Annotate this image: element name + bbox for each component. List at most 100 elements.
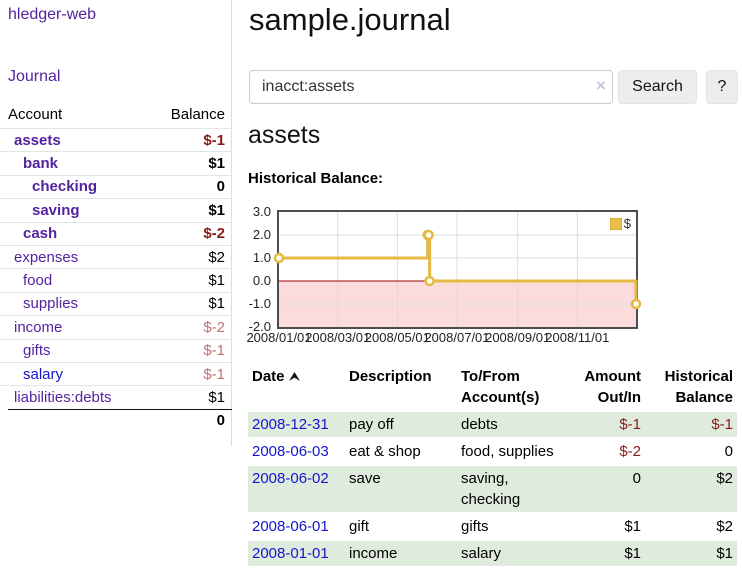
cell-amount: $-1 xyxy=(565,412,645,437)
sidebar-account-balance: $-1 xyxy=(203,132,225,149)
sidebar-account-link[interactable]: liabilities:debts xyxy=(0,389,112,406)
cell-amount: $1 xyxy=(565,541,645,566)
cell-accounts: salary xyxy=(457,541,565,566)
sidebar-account-balance: $-1 xyxy=(203,366,225,383)
search-button[interactable]: Search xyxy=(618,70,697,104)
cell-balance: 0 xyxy=(645,439,737,464)
sidebar-item-journal[interactable]: Journal xyxy=(8,68,60,86)
sidebar-account-balance: $1 xyxy=(208,295,225,312)
data-point xyxy=(426,277,434,285)
sidebar-account-balance: $1 xyxy=(208,202,225,219)
column-header-balance: Historical Balance xyxy=(645,364,737,410)
data-point xyxy=(632,300,640,308)
sidebar-account-balance: $-2 xyxy=(203,225,225,242)
sidebar-account-balance: $1 xyxy=(208,272,225,289)
table-row: 2008-06-02 savesaving, checking0$2 xyxy=(248,466,737,512)
sidebar-account-balance: $-2 xyxy=(203,319,225,336)
account-row: income $-2 xyxy=(0,315,232,338)
sidebar-account-link[interactable]: cash xyxy=(0,225,57,242)
cell-description: income xyxy=(345,541,457,566)
account-row: salary $-1 xyxy=(0,362,232,385)
account-row: assets $-1 xyxy=(0,128,232,151)
cell-amount: $1 xyxy=(565,514,645,539)
cell-balance: $-1 xyxy=(645,412,737,437)
account-row: bank $1 xyxy=(0,151,232,174)
cell-amount: 0 xyxy=(565,466,645,512)
sidebar-account-link[interactable]: checking xyxy=(0,178,97,195)
clear-search-icon[interactable]: × xyxy=(592,77,610,95)
y-tick-label: 3.0 xyxy=(241,204,271,220)
help-button[interactable]: ? xyxy=(706,70,738,104)
sidebar-account-balance: $-1 xyxy=(203,342,225,359)
cell-balance: $2 xyxy=(645,514,737,539)
sidebar-account-link[interactable]: food xyxy=(0,272,52,289)
sidebar-account-link[interactable]: assets xyxy=(0,132,61,149)
sidebar-account-link[interactable]: supplies xyxy=(0,295,78,312)
cell-date: 2008-01-01 xyxy=(248,541,345,566)
cell-description: eat & shop xyxy=(345,439,457,464)
sidebar-account-balance: $1 xyxy=(208,389,225,406)
cell-date: 2008-06-01 xyxy=(248,514,345,539)
balance-column-label: Balance xyxy=(171,106,225,123)
account-row: food $1 xyxy=(0,268,232,291)
cell-balance: $2 xyxy=(645,466,737,512)
brand-link[interactable]: hledger-web xyxy=(8,6,96,24)
cell-date: 2008-12-31 xyxy=(248,412,345,437)
account-column-label: Account xyxy=(8,106,62,123)
balance-chart: 3.02.01.00.0-1.0-2.0 $ 2008/01/012008/03… xyxy=(241,202,661,352)
legend-swatch-icon xyxy=(610,218,622,230)
x-tick-label: 2008/11/01 xyxy=(540,330,614,345)
account-rows: assets $-1 bank $1 checking 0 saving $1 cash $-2 e… xyxy=(0,128,232,409)
cell-date: 2008-06-03 xyxy=(248,439,345,464)
y-tick-label: 0.0 xyxy=(241,273,271,289)
chart-plot-area: $ xyxy=(277,210,638,329)
sidebar-account-link[interactable]: gifts xyxy=(0,342,51,359)
transaction-date-link[interactable]: 2008-01-01 xyxy=(252,545,329,562)
register-header-row: Date Description To/From Account(s) Amou… xyxy=(248,364,737,410)
y-tick-label: 1.0 xyxy=(241,250,271,266)
sidebar: hledger-web Journal Account Balance asse… xyxy=(0,0,232,446)
column-header-amount: Amount Out/In xyxy=(565,364,645,410)
sidebar-account-link[interactable]: saving xyxy=(0,202,80,219)
account-row: checking 0 xyxy=(0,175,232,198)
sidebar-account-balance: $1 xyxy=(208,155,225,172)
transaction-date-link[interactable]: 2008-12-31 xyxy=(252,416,329,433)
page-title: sample.journal xyxy=(249,2,451,38)
search-input[interactable] xyxy=(249,70,613,104)
cell-accounts: saving, checking xyxy=(457,466,565,512)
y-tick-label: 2.0 xyxy=(241,227,271,243)
date-header-label: Date xyxy=(252,368,285,385)
historical-balance-label: Historical Balance: xyxy=(248,170,383,187)
cell-accounts: food, supplies xyxy=(457,439,565,464)
account-row: expenses $2 xyxy=(0,245,232,268)
sidebar-total: 0 xyxy=(8,409,232,431)
cell-amount: $-2 xyxy=(565,439,645,464)
column-header-accounts: To/From Account(s) xyxy=(457,364,565,410)
register-table: Date Description To/From Account(s) Amou… xyxy=(248,362,737,568)
sidebar-account-link[interactable]: salary xyxy=(0,366,63,383)
table-row: 2008-12-31pay offdebts$-1$-1 xyxy=(248,412,737,437)
cell-description: save xyxy=(345,466,457,512)
transaction-date-link[interactable]: 2008-06-02 xyxy=(252,470,329,487)
hledger-web-app: hledger-web Journal Account Balance asse… xyxy=(0,0,742,582)
transaction-date-link[interactable]: 2008-06-01 xyxy=(252,518,329,535)
sidebar-account-link[interactable]: income xyxy=(0,319,62,336)
cell-accounts: debts xyxy=(457,412,565,437)
cell-accounts: gifts xyxy=(457,514,565,539)
cell-description: pay off xyxy=(345,412,457,437)
data-point xyxy=(425,231,433,239)
sidebar-account-balance: 0 xyxy=(217,178,225,195)
sort-asc-icon xyxy=(289,366,300,387)
sidebar-account-link[interactable]: bank xyxy=(0,155,58,172)
cell-balance: $1 xyxy=(645,541,737,566)
sidebar-account-link[interactable]: expenses xyxy=(0,249,78,266)
transaction-date-link[interactable]: 2008-06-03 xyxy=(252,443,329,460)
sidebar-account-balance: $2 xyxy=(208,249,225,266)
column-header-date[interactable]: Date xyxy=(248,364,345,410)
data-point xyxy=(275,254,283,262)
account-row: gifts $-1 xyxy=(0,339,232,362)
chart-legend: $ xyxy=(610,216,631,231)
account-row: supplies $1 xyxy=(0,292,232,315)
table-row: 2008-01-01incomesalary$1$1 xyxy=(248,541,737,566)
table-row: 2008-06-03 eat & shopfood, supplies$-20 xyxy=(248,439,737,464)
